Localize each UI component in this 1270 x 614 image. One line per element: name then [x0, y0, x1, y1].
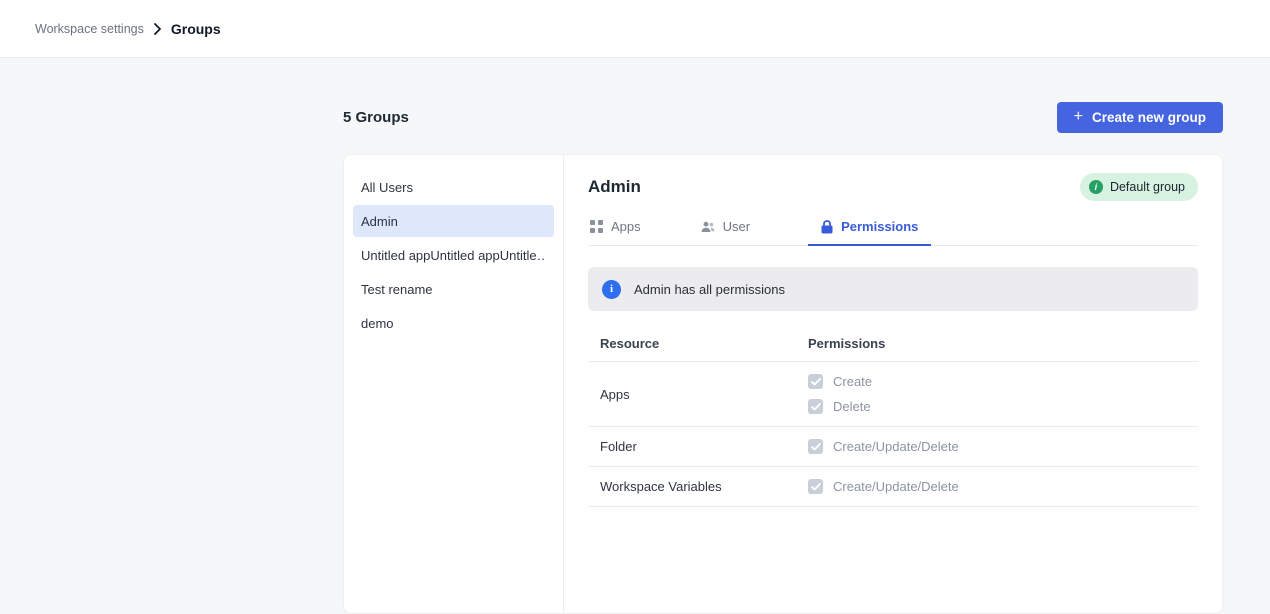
permissions-cell: Create Delete: [808, 374, 1186, 414]
table-row: Folder Create/Update/Delete: [588, 427, 1198, 467]
default-group-badge: i Default group: [1080, 173, 1198, 201]
group-item-admin[interactable]: Admin: [353, 205, 554, 237]
tab-label: Apps: [611, 219, 641, 234]
group-detail-panel: Admin i Default group: [564, 155, 1222, 613]
permission-label: Create: [833, 374, 872, 389]
checkbox-checked-disabled: [808, 399, 823, 414]
table-row: Workspace Variables Create/Update/Delete: [588, 467, 1198, 507]
tab-apps[interactable]: Apps: [588, 219, 653, 245]
badge-label: Default group: [1110, 180, 1185, 194]
permission-item: Create/Update/Delete: [808, 479, 1186, 494]
resource-label: Workspace Variables: [600, 479, 808, 494]
group-item-all-users[interactable]: All Users: [353, 171, 554, 203]
table-row: Apps Create Delete: [588, 362, 1198, 427]
group-item-demo[interactable]: demo: [353, 307, 554, 339]
group-item-test-rename[interactable]: Test rename: [353, 273, 554, 305]
chevron-right-icon: [153, 23, 162, 35]
group-item-label: Test rename: [361, 282, 433, 297]
users-icon: [701, 221, 715, 233]
apps-grid-icon: [590, 220, 603, 233]
checkbox-checked-disabled: [808, 439, 823, 454]
group-item-untitled-app[interactable]: Untitled appUntitled appUntitle…: [353, 239, 554, 271]
breadcrumb-workspace-settings[interactable]: Workspace settings: [35, 22, 144, 36]
column-header-resource: Resource: [600, 336, 808, 351]
badge-info-icon: i: [1089, 180, 1103, 194]
tab-user[interactable]: User: [699, 219, 762, 245]
detail-tabs: Apps User: [588, 219, 1198, 246]
group-title-row: Admin i Default group: [588, 173, 1198, 201]
permission-item: Delete: [808, 399, 1186, 414]
permission-item: Create/Update/Delete: [808, 439, 1186, 454]
groups-count: 5 Groups: [343, 109, 409, 126]
info-icon: i: [602, 280, 621, 299]
breadcrumb-groups: Groups: [171, 21, 221, 37]
column-header-permissions: Permissions: [808, 336, 1186, 351]
permission-item: Create: [808, 374, 1186, 389]
plus-icon: +: [1074, 109, 1083, 125]
create-new-group-label: Create new group: [1092, 110, 1206, 125]
top-bar: Workspace settings Groups: [0, 0, 1270, 58]
tab-label: Permissions: [841, 219, 918, 234]
group-item-label: Admin: [361, 214, 398, 229]
create-new-group-button[interactable]: + Create new group: [1057, 102, 1223, 133]
group-item-label: demo: [361, 316, 394, 331]
checkbox-checked-disabled: [808, 479, 823, 494]
banner-text: Admin has all permissions: [634, 282, 785, 297]
group-item-label: All Users: [361, 180, 413, 195]
list-header: 5 Groups + Create new group: [343, 101, 1223, 133]
tab-permissions[interactable]: Permissions: [808, 219, 931, 245]
permissions-cell: Create/Update/Delete: [808, 439, 1186, 454]
permissions-table: Resource Permissions Apps Create: [588, 325, 1198, 507]
lock-icon: [821, 220, 833, 234]
groups-page: 5 Groups + Create new group All Users Ad…: [343, 58, 1223, 614]
permission-label: Create/Update/Delete: [833, 439, 959, 454]
permission-label: Create/Update/Delete: [833, 479, 959, 494]
table-header-row: Resource Permissions: [588, 325, 1198, 362]
resource-label: Folder: [600, 439, 808, 454]
group-title: Admin: [588, 177, 641, 197]
checkbox-checked-disabled: [808, 374, 823, 389]
permission-label: Delete: [833, 399, 871, 414]
tab-label: User: [723, 219, 750, 234]
permissions-cell: Create/Update/Delete: [808, 479, 1186, 494]
groups-card: All Users Admin Untitled appUntitled app…: [343, 154, 1223, 614]
group-list: All Users Admin Untitled appUntitled app…: [344, 155, 564, 613]
resource-label: Apps: [600, 387, 808, 402]
group-item-label: Untitled appUntitled appUntitle…: [361, 248, 546, 263]
permissions-info-banner: i Admin has all permissions: [588, 267, 1198, 311]
